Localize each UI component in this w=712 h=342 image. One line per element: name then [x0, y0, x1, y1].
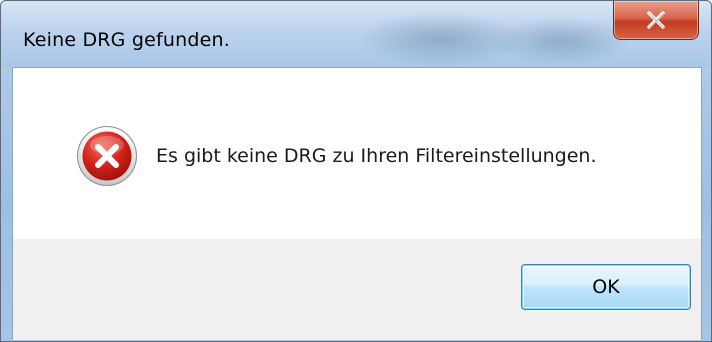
error-message: Es gibt keine DRG zu Ihren Filtereinstel…	[156, 145, 597, 167]
ok-button-label: OK	[592, 276, 620, 298]
window-title: Keine DRG gefunden.	[23, 29, 231, 51]
ok-button[interactable]: OK	[521, 264, 691, 310]
message-area: Es gibt keine DRG zu Ihren Filtereinstel…	[13, 68, 701, 239]
message-dialog-window: Keine DRG gefunden. Es gibt keine DRG zu…	[0, 0, 712, 342]
close-icon	[647, 11, 665, 29]
title-bar[interactable]: Keine DRG gefunden.	[1, 1, 711, 67]
close-button[interactable]	[613, 1, 699, 40]
dialog-body: Es gibt keine DRG zu Ihren Filtereinstel…	[12, 67, 702, 340]
error-icon	[77, 126, 137, 186]
